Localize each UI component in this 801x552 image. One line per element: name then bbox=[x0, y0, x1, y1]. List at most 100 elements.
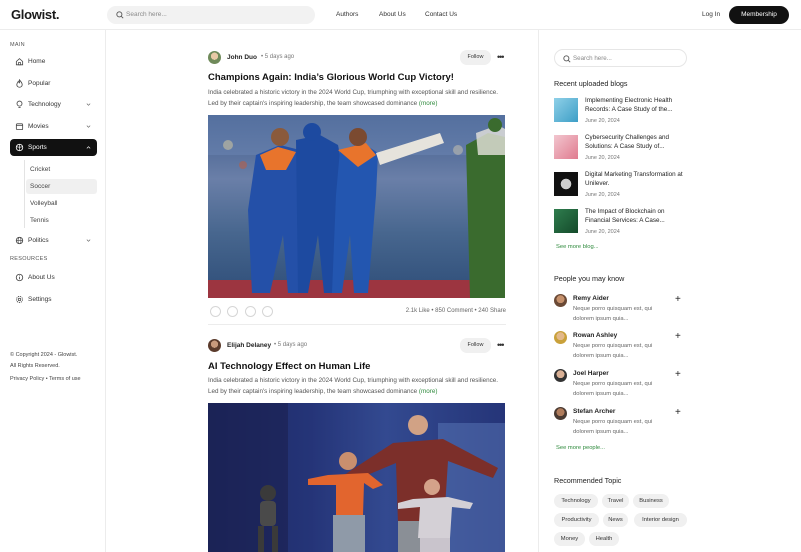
sidebar-item-sports[interactable]: Sports bbox=[10, 139, 97, 156]
copyright-text: © Copyright 2024 - Glowist. bbox=[10, 352, 78, 358]
topic-chip[interactable]: Technology bbox=[554, 494, 598, 508]
blog-item[interactable]: The Impact of Blockchain on Financial Se… bbox=[554, 207, 694, 237]
login-link[interactable]: Log In bbox=[702, 11, 720, 18]
chevron-up-icon bbox=[86, 146, 91, 149]
blog-item[interactable]: Digital Marketing Transformation at Unil… bbox=[554, 170, 694, 200]
add-person-button[interactable]: + bbox=[675, 407, 681, 418]
nav-authors[interactable]: Authors bbox=[336, 11, 358, 18]
blog-item[interactable]: Implementing Electronic Health Records: … bbox=[554, 96, 694, 126]
add-person-button[interactable]: + bbox=[675, 294, 681, 305]
add-person-button[interactable]: + bbox=[675, 331, 681, 342]
post-author[interactable]: John Duo bbox=[227, 54, 257, 61]
post-header: John Duo • 5 days ago Follow ••• bbox=[208, 49, 506, 67]
post-title[interactable]: Champions Again: India’s Glorious World … bbox=[208, 72, 454, 83]
topic-chip[interactable]: Money bbox=[554, 532, 585, 546]
post-title[interactable]: AI Technology Effect on Human Life bbox=[208, 361, 370, 372]
sidebar-item-label: About Us bbox=[28, 274, 55, 281]
sidebar-item-technology[interactable]: Technology bbox=[10, 96, 97, 113]
post-image[interactable] bbox=[208, 403, 505, 552]
see-more-people-link[interactable]: See more people... bbox=[556, 445, 605, 451]
people-title: People you may know bbox=[554, 274, 625, 283]
sidebar-item-label: Popular bbox=[28, 80, 51, 87]
sidebar-subitem-volleyball[interactable]: Volleyball bbox=[26, 196, 97, 211]
sidebar-item-home[interactable]: Home bbox=[10, 53, 97, 70]
sidebar-item-label: Settings bbox=[28, 296, 52, 303]
blog-title: The Impact of Blockchain on Financial Se… bbox=[585, 208, 665, 224]
chevron-down-icon bbox=[86, 239, 91, 242]
recommended-topic-title: Recommended Topic bbox=[554, 476, 622, 485]
sidebar-subitem-tennis[interactable]: Tennis bbox=[26, 213, 97, 228]
sidebar-subitem-cricket[interactable]: Cricket bbox=[26, 162, 97, 177]
flame-icon bbox=[16, 79, 23, 88]
chevron-down-icon bbox=[86, 125, 91, 128]
post-author[interactable]: Elijah Delaney bbox=[227, 342, 271, 349]
film-icon bbox=[15, 123, 24, 131]
avatar[interactable] bbox=[554, 294, 567, 307]
section-label-resources: RESOURCES bbox=[10, 256, 48, 262]
person-name[interactable]: Remy Aider bbox=[573, 295, 609, 302]
sidebar-item-movies[interactable]: Movies bbox=[10, 118, 97, 135]
globe-icon bbox=[15, 236, 24, 245]
topic-chip[interactable]: Travel bbox=[602, 494, 629, 508]
blog-thumbnail bbox=[554, 209, 578, 233]
person-item: Stefan Archer Neque porro quisquam est, … bbox=[554, 407, 688, 441]
post-time: • 5 days ago bbox=[261, 54, 295, 60]
person-name[interactable]: Stefan Archer bbox=[573, 408, 615, 415]
submenu-guide-line bbox=[24, 160, 25, 228]
topic-chip[interactable]: Health bbox=[589, 532, 619, 546]
search-input[interactable]: Search here... bbox=[107, 6, 315, 24]
person-description: Neque porro quisquam est, qui dolorem ip… bbox=[573, 381, 653, 397]
avatar[interactable] bbox=[554, 369, 567, 382]
add-person-button[interactable]: + bbox=[675, 369, 681, 380]
more-options-icon[interactable]: ••• bbox=[497, 52, 505, 62]
read-more-link[interactable]: (more) bbox=[419, 388, 438, 395]
home-icon bbox=[15, 58, 24, 66]
see-more-blog-link[interactable]: See more blog... bbox=[556, 244, 599, 250]
person-item: Joel Harper Neque porro quisquam est, qu… bbox=[554, 369, 688, 403]
topic-chip[interactable]: Business bbox=[633, 494, 669, 508]
person-description: Neque porro quisquam est, qui dolorem ip… bbox=[573, 306, 653, 322]
sidebar-item-popular[interactable]: Popular bbox=[10, 75, 97, 92]
blog-date: June 20, 2024 bbox=[585, 155, 620, 161]
avatar[interactable] bbox=[554, 407, 567, 420]
chevron-down-icon bbox=[86, 103, 91, 106]
sidebar-item-politics[interactable]: Politics bbox=[10, 232, 97, 249]
sidebar-item-label: Sports bbox=[28, 144, 47, 151]
post-time: • 5 days ago bbox=[274, 342, 308, 348]
person-name[interactable]: Rowan Ashley bbox=[573, 332, 617, 339]
sidebar-search-input[interactable]: Search here... bbox=[554, 49, 687, 67]
follow-button[interactable]: Follow bbox=[460, 50, 491, 65]
logo[interactable]: Glowist. bbox=[11, 7, 59, 22]
nav-about-us[interactable]: About Us bbox=[379, 11, 406, 18]
sidebar-subitem-label: Cricket bbox=[30, 166, 51, 173]
post-time-value: 5 days ago bbox=[277, 342, 308, 348]
sidebar-subitem-soccer[interactable]: Soccer bbox=[26, 179, 97, 194]
blog-item[interactable]: Cybersecurity Challenges and Solutions: … bbox=[554, 133, 694, 163]
membership-button[interactable]: Membership bbox=[729, 6, 789, 24]
more-options-icon[interactable]: ••• bbox=[497, 340, 505, 350]
avatar[interactable] bbox=[208, 339, 221, 352]
read-more-link[interactable]: (more) bbox=[419, 100, 438, 107]
search-placeholder: Search here... bbox=[126, 11, 167, 18]
avatar[interactable] bbox=[554, 331, 567, 344]
nav-contact-us[interactable]: Contact Us bbox=[425, 11, 457, 18]
sidebar-item-label: Politics bbox=[28, 237, 49, 244]
avatar[interactable] bbox=[208, 51, 221, 64]
comment-icon[interactable] bbox=[245, 306, 256, 317]
sidebar-item-settings[interactable]: Settings bbox=[10, 291, 97, 308]
topic-chip[interactable]: Interior design bbox=[634, 513, 687, 527]
topic-chip[interactable]: Productivity bbox=[554, 513, 599, 527]
privacy-terms-link[interactable]: Privacy Policy • Terms of use bbox=[10, 376, 81, 382]
person-name[interactable]: Joel Harper bbox=[573, 370, 609, 377]
like-icon[interactable] bbox=[210, 306, 221, 317]
dislike-icon[interactable] bbox=[227, 306, 238, 317]
blog-title: Cybersecurity Challenges and Solutions: … bbox=[585, 134, 670, 150]
topic-chip[interactable]: News bbox=[603, 513, 628, 527]
top-bar: Glowist. Search here... Authors About Us… bbox=[0, 0, 801, 30]
share-icon[interactable] bbox=[262, 306, 273, 317]
sidebar-item-about-us[interactable]: About Us bbox=[10, 269, 97, 286]
rights-text: All Rights Reserved. bbox=[10, 363, 60, 369]
post-image[interactable] bbox=[208, 115, 505, 298]
follow-button[interactable]: Follow bbox=[460, 338, 491, 353]
sidebar-subitem-label: Soccer bbox=[30, 183, 51, 190]
